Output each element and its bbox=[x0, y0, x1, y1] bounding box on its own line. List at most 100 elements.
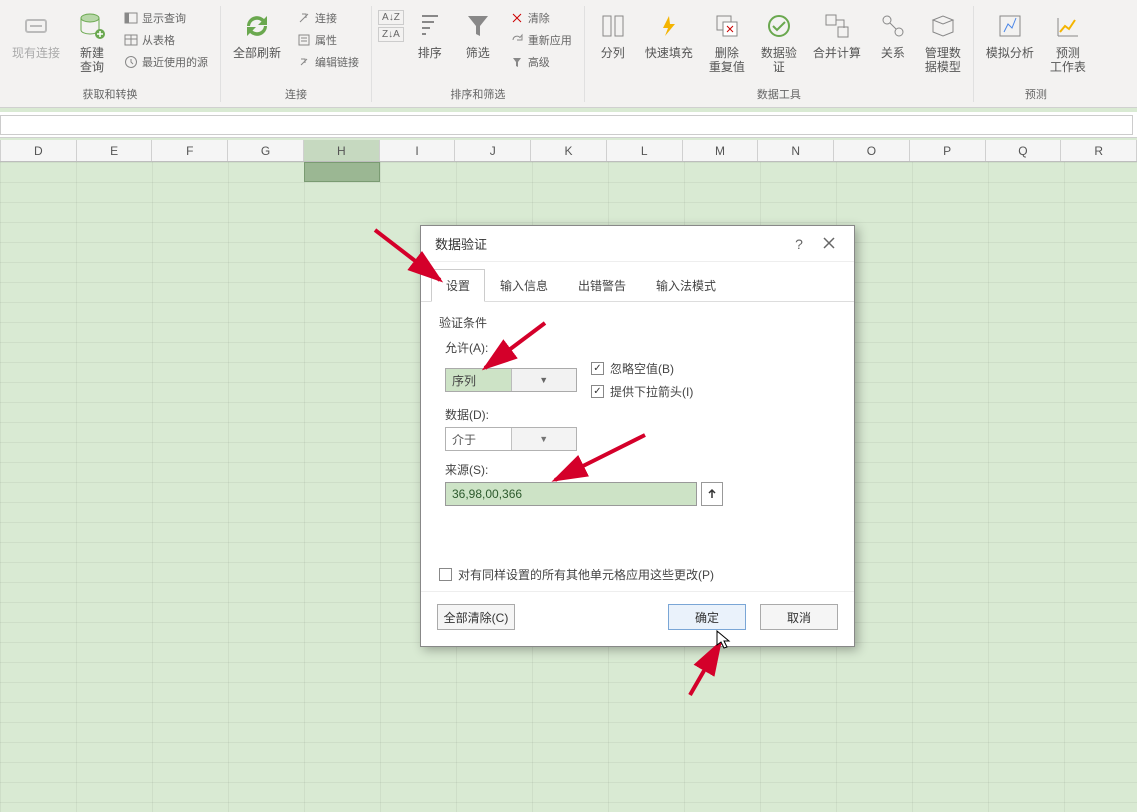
consolidate-button[interactable]: 合并计算 bbox=[807, 6, 867, 64]
forecast-icon bbox=[1052, 10, 1084, 42]
remove-duplicates-button[interactable]: 删除 重复值 bbox=[703, 6, 751, 79]
reapply-icon bbox=[510, 33, 524, 47]
clear-filter-button[interactable]: 清除 bbox=[508, 8, 574, 28]
from-table-button[interactable]: 从表格 bbox=[122, 30, 210, 50]
checkbox-checked-icon: ✓ bbox=[591, 385, 604, 398]
funnel-icon bbox=[462, 10, 494, 42]
sort-button[interactable]: 排序 bbox=[408, 6, 452, 64]
tab-settings[interactable]: 设置 bbox=[431, 269, 485, 302]
text-to-columns-button[interactable]: 分列 bbox=[591, 6, 635, 64]
col-header-G[interactable]: G bbox=[228, 140, 304, 161]
tab-ime-mode[interactable]: 输入法模式 bbox=[641, 269, 731, 302]
allow-combobox[interactable]: 序列 ▼ bbox=[445, 368, 577, 392]
col-header-K[interactable]: K bbox=[531, 140, 607, 161]
data-model-icon bbox=[927, 10, 959, 42]
data-validation-button[interactable]: 数据验 证 bbox=[755, 6, 803, 79]
chevron-down-icon: ▼ bbox=[511, 369, 577, 391]
flash-fill-button[interactable]: 快速填充 bbox=[639, 6, 699, 64]
database-plus-icon bbox=[76, 10, 108, 42]
col-header-E[interactable]: E bbox=[77, 140, 153, 161]
sort-icon bbox=[414, 10, 446, 42]
column-headers: DEFGHIJKLMNOPQR bbox=[0, 140, 1137, 162]
consolidate-icon bbox=[821, 10, 853, 42]
clear-icon bbox=[510, 11, 524, 25]
ribbon-group-sort-filter: A↓Z Z↓A 排序 筛选 清除 bbox=[372, 6, 585, 102]
edit-links-button[interactable]: 编辑链接 bbox=[295, 52, 361, 72]
checkbox-checked-icon: ✓ bbox=[591, 362, 604, 375]
clock-icon bbox=[124, 55, 138, 69]
data-combobox[interactable]: 介于 ▼ bbox=[445, 427, 577, 451]
group-label: 预测 bbox=[1025, 86, 1047, 102]
advanced-icon bbox=[510, 55, 524, 69]
sort-az-button[interactable]: A↓Z bbox=[378, 10, 404, 25]
col-header-F[interactable]: F bbox=[152, 140, 228, 161]
dialog-tabs: 设置 输入信息 出错警告 输入法模式 bbox=[421, 262, 854, 302]
allow-label: 允许(A): bbox=[445, 339, 836, 356]
whatif-icon bbox=[994, 10, 1026, 42]
properties-icon bbox=[297, 33, 311, 47]
col-header-L[interactable]: L bbox=[607, 140, 683, 161]
col-header-I[interactable]: I bbox=[380, 140, 456, 161]
chevron-down-icon: ▼ bbox=[511, 428, 577, 450]
allow-value: 序列 bbox=[446, 372, 511, 389]
col-header-N[interactable]: N bbox=[758, 140, 834, 161]
ribbon-group-get-transform: 现有连接 新建 查询 显示查询 从表格 最近使用的源 bbox=[0, 6, 221, 102]
data-value: 介于 bbox=[446, 431, 511, 448]
formula-input[interactable] bbox=[0, 115, 1133, 135]
source-input[interactable] bbox=[445, 482, 697, 506]
range-selector-button[interactable] bbox=[701, 482, 723, 506]
filter-button[interactable]: 筛选 bbox=[456, 6, 500, 64]
ignore-blank-checkbox[interactable]: ✓ 忽略空值(B) bbox=[591, 360, 693, 377]
close-button[interactable] bbox=[814, 236, 844, 252]
tab-error-alert[interactable]: 出错警告 bbox=[563, 269, 641, 302]
col-header-R[interactable]: R bbox=[1061, 140, 1137, 161]
ribbon-group-data-tools: 分列 快速填充 删除 重复值 数据验 证 合并计算 关系 bbox=[585, 6, 974, 102]
properties-button[interactable]: 属性 bbox=[295, 30, 361, 50]
col-header-O[interactable]: O bbox=[834, 140, 910, 161]
dialog-title: 数据验证 bbox=[435, 234, 784, 253]
flash-icon bbox=[653, 10, 685, 42]
group-label: 连接 bbox=[285, 86, 307, 102]
validation-criteria-label: 验证条件 bbox=[439, 314, 836, 331]
arrow-up-icon bbox=[706, 488, 718, 500]
close-icon bbox=[823, 237, 835, 249]
col-header-H[interactable]: H bbox=[304, 140, 380, 161]
col-header-P[interactable]: P bbox=[910, 140, 986, 161]
refresh-all-button[interactable]: 全部刷新 bbox=[227, 6, 287, 64]
existing-connections-button[interactable]: 现有连接 bbox=[6, 6, 66, 64]
connections-button[interactable]: 连接 bbox=[295, 8, 361, 28]
col-header-D[interactable]: D bbox=[1, 140, 77, 161]
col-header-Q[interactable]: Q bbox=[986, 140, 1062, 161]
columns-icon bbox=[597, 10, 629, 42]
advanced-filter-button[interactable]: 高级 bbox=[508, 52, 574, 72]
source-label: 来源(S): bbox=[445, 461, 836, 478]
data-validation-dialog: 数据验证 ? 设置 输入信息 出错警告 输入法模式 验证条件 允许(A): 序列… bbox=[420, 225, 855, 647]
sort-za-button[interactable]: Z↓A bbox=[378, 27, 404, 42]
in-cell-dropdown-checkbox[interactable]: ✓ 提供下拉箭头(I) bbox=[591, 383, 693, 400]
selected-cell[interactable] bbox=[304, 162, 380, 182]
group-label: 数据工具 bbox=[757, 86, 801, 102]
recent-sources-button[interactable]: 最近使用的源 bbox=[122, 52, 210, 72]
link-icon bbox=[20, 10, 52, 42]
ribbon-group-connections: 全部刷新 连接 属性 编辑链接 连接 bbox=[221, 6, 372, 102]
manage-data-model-button[interactable]: 管理数 据模型 bbox=[919, 6, 967, 79]
table-icon bbox=[124, 33, 138, 47]
apply-to-all-checkbox[interactable]: 对有同样设置的所有其他单元格应用这些更改(P) bbox=[439, 566, 714, 583]
cancel-button[interactable]: 取消 bbox=[760, 604, 838, 630]
remove-dup-icon bbox=[711, 10, 743, 42]
reapply-filter-button[interactable]: 重新应用 bbox=[508, 30, 574, 50]
new-query-button[interactable]: 新建 查询 bbox=[70, 6, 114, 79]
formula-bar bbox=[0, 112, 1137, 138]
forecast-sheet-button[interactable]: 预测 工作表 bbox=[1044, 6, 1092, 79]
relationships-button[interactable]: 关系 bbox=[871, 6, 915, 64]
whatif-button[interactable]: 模拟分析 bbox=[980, 6, 1040, 64]
dialog-titlebar[interactable]: 数据验证 ? bbox=[421, 226, 854, 262]
help-button[interactable]: ? bbox=[784, 236, 814, 252]
col-header-J[interactable]: J bbox=[455, 140, 531, 161]
col-header-M[interactable]: M bbox=[683, 140, 759, 161]
ok-button[interactable]: 确定 bbox=[668, 604, 746, 630]
edit-links-icon bbox=[297, 55, 311, 69]
show-queries-button[interactable]: 显示查询 bbox=[122, 8, 210, 28]
tab-input-message[interactable]: 输入信息 bbox=[485, 269, 563, 302]
clear-all-button[interactable]: 全部清除(C) bbox=[437, 604, 515, 630]
